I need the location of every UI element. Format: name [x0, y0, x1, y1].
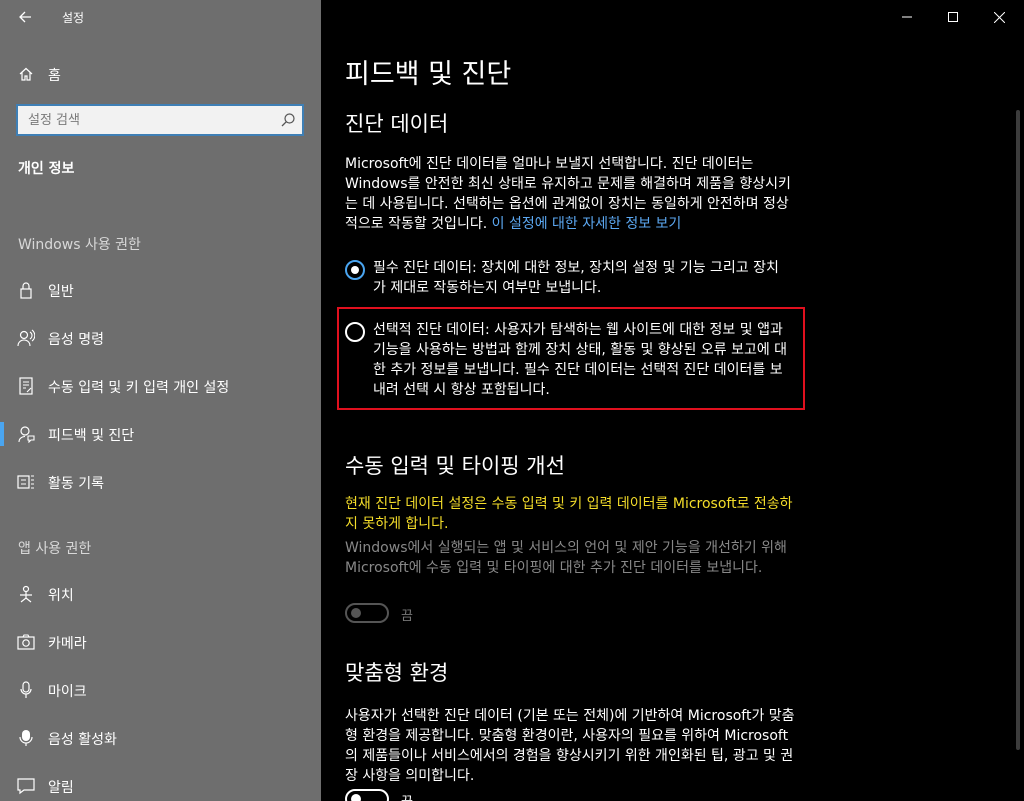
- sidebar-item-label: 음성 활성화: [48, 732, 117, 748]
- sidebar-item-label: 홈: [48, 68, 61, 84]
- camera-icon: [16, 632, 36, 652]
- sidebar-item-general[interactable]: 일반: [0, 270, 321, 310]
- sidebar-item-label: 활동 기록: [48, 476, 104, 492]
- app-title: 설정: [62, 11, 85, 25]
- sidebar-item-label: 수동 입력 및 키 입력 개인 설정: [48, 380, 230, 396]
- sidebar: 설정 홈 개인 정보 Windows 사용 권한 일반 음성 명령 수동 입력 …: [0, 0, 321, 801]
- sidebar-item-feedback-diagnostics[interactable]: 피드백 및 진단: [0, 414, 321, 454]
- sidebar-item-label: 일반: [48, 284, 74, 300]
- back-arrow-icon: [19, 11, 31, 23]
- sidebar-item-label: 마이크: [48, 684, 87, 700]
- sidebar-item-camera[interactable]: 카메라: [0, 622, 321, 662]
- sidebar-item-notifications[interactable]: 알림: [0, 766, 321, 801]
- inking-description: Windows에서 실행되는 앱 및 서비스의 언어 및 제안 기능을 개선하기…: [345, 540, 787, 576]
- page-title: 피드백 및 진단: [345, 59, 512, 90]
- sidebar-item-activity-history[interactable]: 활동 기록: [0, 462, 321, 502]
- search-input[interactable]: [18, 106, 268, 134]
- section-heading-inking-typing: 수동 입력 및 타이핑 개선: [345, 454, 565, 478]
- inking-warning: 현재 진단 데이터 설정은 수동 입력 및 키 입력 데이터를 Microsof…: [345, 496, 793, 532]
- back-button[interactable]: [8, 4, 42, 30]
- sidebar-item-label: 위치: [48, 588, 74, 604]
- activity-icon: [16, 472, 36, 492]
- radio-label: 필수 진단 데이터: 장치에 대한 정보, 장치의 설정 및 기능 그리고 장치…: [373, 260, 779, 296]
- section-heading-diagnostic-data: 진단 데이터: [345, 112, 449, 136]
- search-icon[interactable]: [280, 112, 296, 128]
- voice-activation-icon: [16, 728, 36, 748]
- sidebar-item-location[interactable]: 위치: [0, 574, 321, 614]
- inking-toggle-label: 끔: [401, 609, 413, 624]
- document-pen-icon: [16, 376, 36, 396]
- sidebar-item-microphone[interactable]: 마이크: [0, 670, 321, 710]
- highlight-box: [337, 307, 805, 410]
- tailored-description: 사용자가 선택한 진단 데이터 (기본 또는 전체)에 기반하여 Microso…: [345, 708, 795, 784]
- tailored-toggle[interactable]: [345, 789, 389, 801]
- search-box: [16, 104, 304, 136]
- selection-indicator: [0, 422, 4, 446]
- sidebar-item-speech[interactable]: 음성 명령: [0, 318, 321, 358]
- home-icon: [16, 64, 36, 84]
- location-icon: [16, 584, 36, 604]
- sidebar-item-label: 피드백 및 진단: [48, 428, 135, 444]
- maximize-button[interactable]: [930, 0, 976, 34]
- category-title: 개인 정보: [18, 161, 75, 177]
- group-title-windows-permissions: Windows 사용 권한: [18, 237, 141, 253]
- sidebar-item-label: 카메라: [48, 636, 87, 652]
- sidebar-item-voice-activation[interactable]: 음성 활성화: [0, 718, 321, 758]
- sidebar-item-home[interactable]: 홈: [0, 60, 321, 90]
- radio-required-diagnostic[interactable]: 필수 진단 데이터: 장치에 대한 정보, 장치의 설정 및 기능 그리고 장치…: [345, 258, 785, 300]
- group-title-app-permissions: 앱 사용 권한: [18, 541, 92, 557]
- scrollbar[interactable]: [1016, 110, 1020, 750]
- speech-icon: [16, 328, 36, 348]
- title-bar-left: 설정: [0, 0, 321, 34]
- tailored-toggle-label: 끔: [401, 791, 413, 801]
- close-icon: [993, 11, 1005, 23]
- sidebar-item-label: 알림: [48, 780, 74, 796]
- maximize-icon: [948, 12, 958, 22]
- minimize-button[interactable]: [884, 0, 930, 34]
- diagnostic-description: Microsoft에 진단 데이터를 얼마나 보낼지 선택합니다. 진단 데이터…: [345, 154, 795, 234]
- minimize-icon: [902, 16, 912, 18]
- lock-icon: [16, 280, 36, 300]
- notification-icon: [16, 776, 36, 796]
- sidebar-item-inking-typing[interactable]: 수동 입력 및 키 입력 개인 설정: [0, 366, 321, 406]
- close-button[interactable]: [976, 0, 1022, 34]
- microphone-icon: [16, 680, 36, 700]
- section-heading-tailored-experiences: 맞춤형 환경: [345, 661, 449, 685]
- inking-toggle[interactable]: [345, 603, 389, 623]
- sidebar-item-label: 음성 명령: [48, 332, 104, 348]
- feedback-icon: [16, 424, 36, 444]
- learn-more-link[interactable]: 이 설정에 대한 자세한 정보 보기: [492, 216, 682, 232]
- radio-button-checked[interactable]: [345, 260, 365, 280]
